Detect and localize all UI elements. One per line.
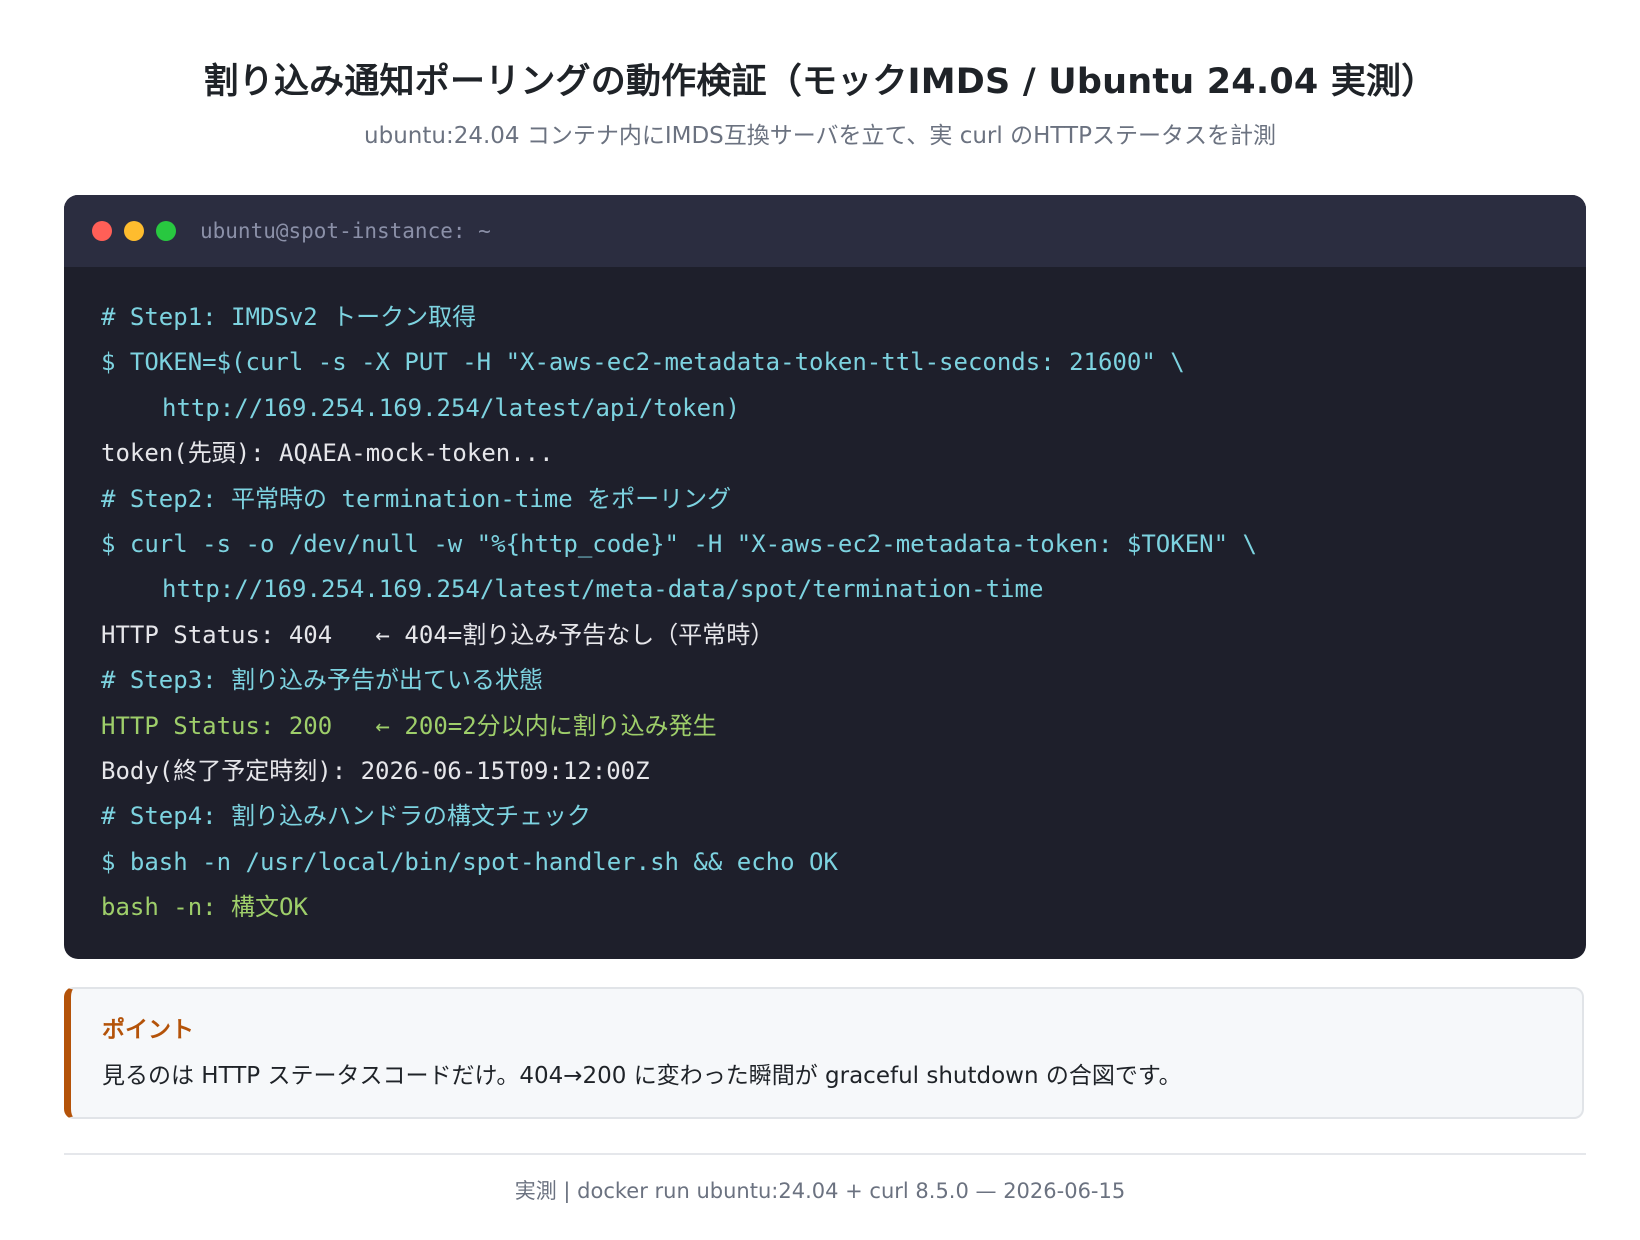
header: 割り込み通知ポーリングの動作検証（モックIMDS / Ubuntu 24.04 …: [0, 0, 1640, 152]
page-title: 割り込み通知ポーリングの動作検証（モックIMDS / Ubuntu 24.04 …: [203, 62, 1437, 102]
close-dot-icon[interactable]: [92, 221, 112, 241]
terminal-line-out: Body(終了予定時刻): 2026-06-15T09:12:00Z: [101, 756, 650, 785]
terminal-line-out: HTTP Status: 404 ← 404=割り込み予告なし（平常時）: [101, 620, 775, 649]
terminal-line-comment: # Step2: 平常時の termination-time をポーリング: [101, 484, 732, 513]
footer-text: 実測 | docker run ubuntu:24.04 + curl 8.5.…: [514, 1179, 1126, 1203]
terminal-line-comment: # Step3: 割り込み予告が出ている状態: [101, 666, 544, 695]
terminal-line-cmd: http://169.254.169.254/latest/api/token): [162, 393, 740, 422]
terminal-title-bar: ubuntu@spot-instance: ~: [64, 195, 1586, 267]
terminal-window: ubuntu@spot-instance: ~ # Step1: IMDSv2 …: [64, 195, 1586, 959]
point-heading: ポイント: [102, 1017, 194, 1043]
terminal-title: ubuntu@spot-instance: ~: [200, 219, 491, 243]
terminal-line-cmd: $ bash -n /usr/local/bin/spot-handler.sh…: [101, 847, 838, 876]
terminal-line-comment: # Step1: IMDSv2 トークン取得: [101, 303, 477, 331]
terminal-line-ok: HTTP Status: 200 ← 200=2分以内に割り込み発生: [101, 711, 717, 740]
terminal-body: # Step1: IMDSv2 トークン取得 $ TOKEN=$(curl -s …: [64, 267, 1586, 930]
footer-divider: [64, 1153, 1586, 1155]
terminal-line-comment: # Step4: 割り込みハンドラの構文チェック: [101, 802, 592, 831]
terminal-line-cmd: $ curl -s -o /dev/null -w "%{http_code}"…: [101, 529, 1257, 558]
minimize-dot-icon[interactable]: [124, 221, 144, 241]
maximize-dot-icon[interactable]: [156, 221, 176, 241]
terminal-line-out: token(先頭): AQAEA-mock-token...: [101, 439, 554, 468]
point-callout: ポイント 見るのは HTTP ステータスコードだけ。404→200 に変わった瞬…: [64, 987, 1584, 1119]
point-text: 見るのは HTTP ステータスコードだけ。404→200 に変わった瞬間が gr…: [102, 1063, 1182, 1089]
page-subtitle: ubuntu:24.04 コンテナ内にIMDS互換サーバを立て、実 curl の…: [364, 123, 1276, 149]
terminal-line-cmd: http://169.254.169.254/latest/meta-data/…: [162, 575, 1044, 604]
terminal-line-cmd: $ TOKEN=$(curl -s -X PUT -H "X-aws-ec2-m…: [101, 348, 1185, 377]
page: 割り込み通知ポーリングの動作検証（モックIMDS / Ubuntu 24.04 …: [0, 0, 1640, 1240]
terminal-line-ok: bash -n: 構文OK: [101, 893, 308, 922]
